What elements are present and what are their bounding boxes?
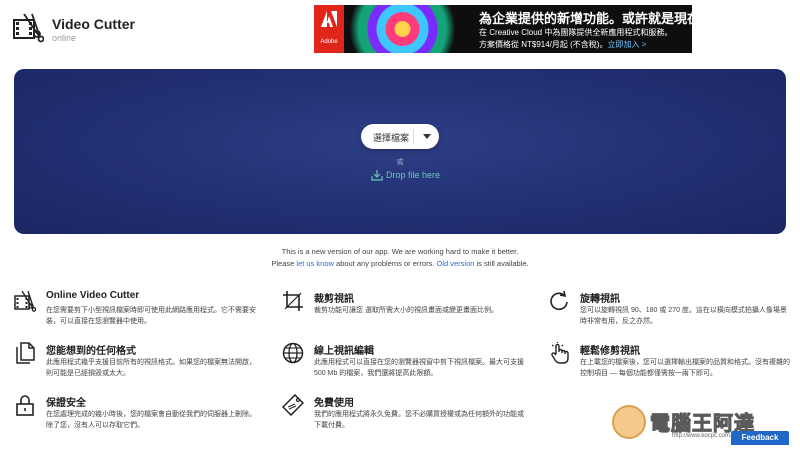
feature-title: Online Video Cutter xyxy=(46,290,140,301)
adobe-logo-icon xyxy=(321,11,337,27)
feature-desc: 裁剪功能可讓您 選取所需大小的視訊畫面或變更畫面比例。 xyxy=(314,307,498,314)
watermark-url: http://www.kocpc.com.tw xyxy=(672,433,738,439)
ad-brand-block: Adobe xyxy=(314,5,344,53)
notice-line2: Please let us know about any problems or… xyxy=(0,258,800,270)
rotate-icon xyxy=(550,290,568,311)
feature-desc: 在您處理完成的幾小時後，您的檔案會自動從我們的伺服器上刪除。除了您，沒有人可以存… xyxy=(46,411,256,429)
film-scissors-icon xyxy=(14,290,36,312)
feature-title: 免費使用 xyxy=(314,398,354,409)
app-title: Video Cutter xyxy=(52,16,135,32)
ad-banner[interactable]: Adobe 為企業提供的新增功能。或許就是現在！ 在 Creative Clou… xyxy=(314,5,692,53)
feature-desc: 我們的應用程式將永久免費。您不必購買授權或為任何額外的功能或下載付費。 xyxy=(314,411,524,429)
button-divider xyxy=(413,129,414,144)
chevron-down-icon[interactable] xyxy=(421,131,433,142)
or-separator: 或 xyxy=(396,159,404,166)
app-logo-icon[interactable] xyxy=(12,12,44,44)
free-tag-icon xyxy=(282,394,304,416)
old-version-link[interactable]: Old version xyxy=(436,259,474,268)
mascot-face-icon xyxy=(612,405,646,439)
feature-title: 線上視訊編輯 xyxy=(314,346,374,357)
upload-area[interactable]: 選擇檔案 或 Drop file here xyxy=(14,69,786,234)
choose-file-label: 選擇檔案 xyxy=(373,133,410,143)
notice-line1: This is a new version of our app. We are… xyxy=(281,247,519,256)
ad-line2-prefix: 方案價格從 NT$914/月起 (不含稅)。 xyxy=(479,40,608,49)
feature-desc: 在上載您的檔案後，您可以選擇輸出檔案的品質和格式。沒有複雜的控制項目 — 每個功… xyxy=(580,359,790,377)
lock-icon xyxy=(16,395,34,416)
version-notice: This is a new version of our app. We are… xyxy=(0,246,800,270)
ad-line1: 在 Creative Cloud 中為團隊提供全新應用程式和服務。 xyxy=(479,28,673,37)
hand-pointer-icon xyxy=(551,342,569,364)
ad-headline: 為企業提供的新增功能。或許就是現在！ xyxy=(479,11,692,26)
notice-pre: Please xyxy=(271,259,297,268)
ad-artwork xyxy=(344,5,474,53)
notice-post: is still available. xyxy=(474,259,529,268)
feature-title: 旋轉視訊 xyxy=(580,294,620,305)
ad-line2: 方案價格從 NT$914/月起 (不含稅)。立即加入 > xyxy=(479,39,646,50)
crop-icon xyxy=(283,291,303,311)
feedback-button[interactable]: Feedback xyxy=(731,431,789,445)
ad-brand-label: Adobe xyxy=(320,39,338,45)
feature-title: 保證安全 xyxy=(46,398,86,409)
choose-file-button[interactable]: 選擇檔案 xyxy=(361,124,439,149)
drop-file-label: Drop file here xyxy=(386,170,441,180)
files-icon xyxy=(16,342,35,364)
ad-join-link[interactable]: 立即加入 > xyxy=(607,40,646,49)
feature-title: 您能想到的任何格式 xyxy=(46,346,136,357)
feature-title: 裁剪視訊 xyxy=(314,294,354,305)
feature-desc: 在您需要剪下小型視訊檔案時即可使用此網路應用程式。它不需要安裝，可以直接在您瀏覽… xyxy=(46,307,256,325)
feature-desc: 此應用程式幾乎支援目前所有的視訊格式。如果您的檔案無法開啟，則可能是已經損毀或太… xyxy=(46,359,256,377)
feature-title: 輕鬆修剪視訊 xyxy=(580,346,640,357)
let-us-know-link[interactable]: let us know xyxy=(296,259,334,268)
app-subtitle: online xyxy=(52,33,77,43)
feature-desc: 此應用程式可以直接在您的瀏覽器視窗中剪下視訊檔案。最大可支援 500 Mb 的檔… xyxy=(314,359,524,377)
download-icon xyxy=(371,170,383,181)
feature-desc: 您可以旋轉視訊 90、180 或 270 度。這在以橫向模式拍攝人像場景時非常有… xyxy=(580,307,787,325)
globe-icon xyxy=(282,342,304,364)
notice-mid: about any problems or errors. xyxy=(333,259,437,268)
